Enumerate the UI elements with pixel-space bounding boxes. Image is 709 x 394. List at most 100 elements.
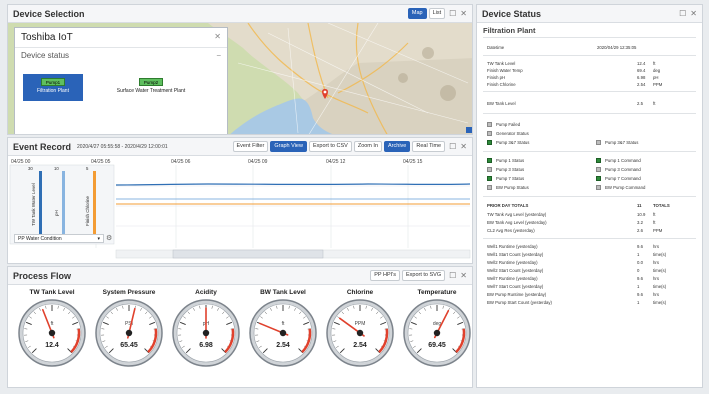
close-icon[interactable]: ✕ — [460, 142, 467, 151]
status-label: Pump Failed — [496, 122, 521, 127]
reading-value: 1 — [637, 284, 640, 289]
gauge-value: 6.98 — [199, 342, 213, 349]
reading-unit: hrs — [653, 276, 659, 281]
gauge: Acidity pH6.98 — [168, 289, 244, 373]
device-card-surface-water[interactable]: Pump2 Surface Water Treatment Plant — [101, 74, 201, 101]
svg-text:10: 10 — [54, 166, 59, 171]
reading-unit: ft — [653, 212, 656, 217]
gauge-label: BW Tank Level — [260, 289, 306, 296]
device-card-filtration-plant[interactable]: Pump1 Filtration Plant — [23, 74, 83, 101]
maximize-icon[interactable]: ☐ — [679, 9, 686, 18]
divider — [483, 37, 696, 38]
divider — [483, 113, 696, 114]
close-icon[interactable]: ✕ — [460, 271, 467, 280]
reading-value: 69.4 — [637, 68, 646, 73]
reading-label: CL2 Avg Res (yesterday) — [487, 228, 535, 233]
overlay-title: Toshiba IoT — [21, 32, 73, 43]
reading-value: 0 — [637, 268, 640, 273]
pump-status-label: Pump 3 Status — [496, 167, 525, 172]
reading-value: 6.98 — [637, 75, 646, 80]
graph-view-button[interactable]: Graph View — [270, 141, 307, 152]
export-svg-button[interactable]: Export to SVG — [401, 270, 446, 281]
reading-value: 9.6 — [637, 276, 643, 281]
panel-title: Event Record — [13, 141, 72, 152]
archive-button[interactable]: Archive — [384, 141, 411, 152]
event-graph-svg: 04/25 00 04/25 05 04/25 06 04/25 09 04/2… — [9, 159, 471, 259]
reading-unit: time(s) — [653, 284, 667, 289]
series-dropdown[interactable]: PP Water Condition ▾ — [14, 234, 104, 243]
reading-value: 1 — [637, 300, 640, 305]
settings-gear-icon[interactable]: ⚙ — [106, 234, 112, 242]
status-off-indicator — [487, 167, 492, 172]
close-icon[interactable]: ✕ — [214, 32, 221, 43]
reading-unit: ft — [653, 220, 656, 225]
pump-chip: Pump2 — [139, 78, 163, 86]
gauge-label: Chlorine — [346, 289, 374, 296]
close-icon[interactable]: ✕ — [690, 9, 697, 18]
time-tick: 04/25 00 — [11, 159, 31, 165]
series-tw-tank-line — [115, 183, 471, 186]
maximize-icon[interactable]: ☐ — [449, 9, 456, 18]
reading-unit: ft — [653, 101, 656, 106]
reading-label: Well1 Start Count (yesterday) — [487, 252, 544, 257]
pump-chip: Pump1 — [41, 78, 65, 86]
reading-unit: time(s) — [653, 268, 667, 273]
reading-value: 10.9 — [637, 212, 646, 217]
gauge: BW Tank Level ft 2.54 — [245, 289, 321, 373]
divider — [483, 196, 696, 197]
datetime-label: Datetime — [487, 45, 505, 50]
panel-title: Process Flow — [13, 270, 72, 281]
axis-label: Finish Chlorine — [85, 195, 90, 226]
zoom-in-button[interactable]: Zoom In — [353, 141, 383, 152]
gauge-value: 2.54 — [276, 342, 290, 349]
reading-unit: PPM — [653, 82, 663, 87]
pump-command-label: Pump 1 Command — [605, 158, 641, 163]
map-view-button[interactable]: Map — [407, 8, 427, 19]
pump-command-label: Pump 3 Command — [605, 167, 641, 172]
reading-label: Well2 Runtime (yesterday) — [487, 260, 538, 265]
close-icon[interactable]: ✕ — [460, 9, 467, 18]
gauge-label: Temperature — [417, 289, 457, 296]
reading-label: BW Pump Start Count (yesterday) — [487, 300, 552, 305]
maximize-icon[interactable]: ☐ — [449, 271, 456, 280]
status-on-indicator — [596, 158, 601, 163]
gauge: TW Tank Level ft 12.4 — [14, 289, 90, 373]
divider — [483, 151, 696, 152]
status-label: Pump 3&7 Status — [496, 140, 530, 145]
pump-status-label: Pump 7 Status — [496, 176, 525, 181]
export-csv-button[interactable]: Export to CSV — [308, 141, 352, 152]
reading-label: Finish Chlorine — [487, 82, 516, 87]
device-name: Surface Water Treatment Plant — [116, 88, 186, 94]
axis-bar — [39, 171, 42, 238]
gauge-dial: ft12.4 — [18, 299, 86, 367]
axis-bar — [93, 171, 96, 238]
event-graph[interactable]: 04/25 00 04/25 05 04/25 06 04/25 09 04/2… — [8, 156, 472, 263]
gauge-label: Acidity — [195, 289, 217, 296]
reading-value: 9.6 — [637, 292, 643, 297]
reading-value: 2.54 — [637, 82, 646, 87]
reading-label: Well7 Runtime (yesterday) — [487, 276, 538, 281]
reading-unit: hrs — [653, 292, 659, 297]
totals-header-unit: TOTALS — [653, 203, 670, 208]
reading-label: BW Tank Avg Level (yesterday) — [487, 220, 547, 225]
pump-command-label: Pump 7 Command — [605, 176, 641, 181]
list-view-button[interactable]: List — [428, 8, 446, 19]
real-time-button[interactable]: Real Time — [412, 141, 446, 152]
reading-label: TW Tank Level — [487, 61, 516, 66]
collapse-icon[interactable]: − — [216, 51, 221, 60]
maximize-icon[interactable]: ☐ — [449, 142, 456, 151]
gauge-dial: PSI65.45 — [95, 299, 163, 367]
status-off-indicator — [487, 122, 492, 127]
chevron-down-icon: ▾ — [97, 236, 100, 242]
reading-value: 0.0 — [637, 260, 643, 265]
datetime-value: 2020/04/29 12:35:05 — [597, 45, 637, 50]
reading-value: 1 — [637, 252, 640, 257]
reading-unit: ft — [653, 61, 656, 66]
device-selection-panel: Device Selection Map List ☐ ✕ Toshiba Io… — [7, 4, 473, 135]
gauge-dial: deg69.45 — [403, 299, 471, 367]
gauge-value: 65.45 — [120, 342, 138, 349]
reading-unit: hrs — [653, 260, 659, 265]
gauge-value: 12.4 — [45, 342, 59, 349]
pp-hpis-button[interactable]: PP HPI's — [370, 270, 400, 281]
event-filter-button[interactable]: Event Filter — [232, 141, 269, 152]
